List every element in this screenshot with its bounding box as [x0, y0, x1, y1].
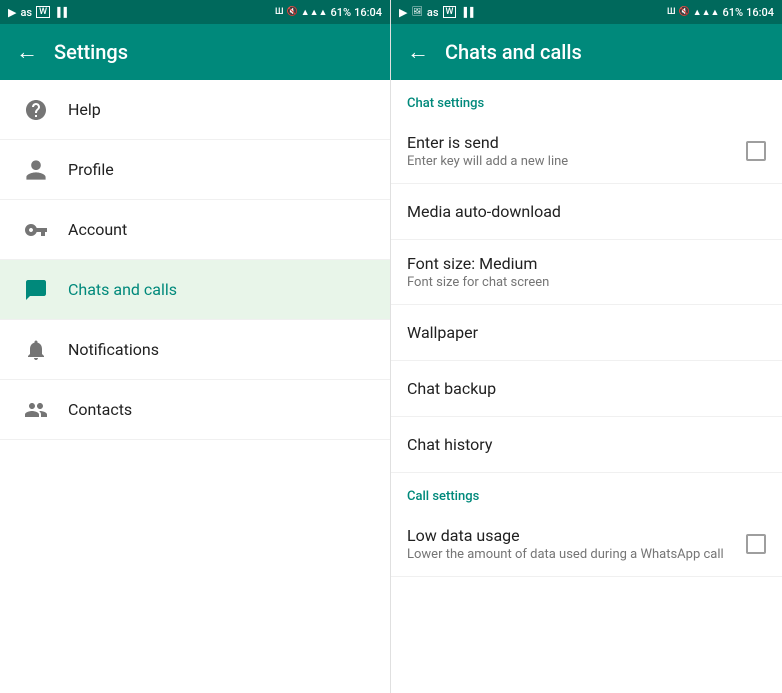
enter-is-send-text: Enter is send Enter key will add a new l… [407, 133, 746, 169]
right-panel: ▶ 🖼 as W ▐▐ Ш 🔇 ▲▲▲ 61% 16:04 ← Chats an… [391, 0, 782, 693]
status-w-right: W [443, 6, 457, 18]
font-size-subtitle: Font size for chat screen [407, 275, 766, 290]
chat-icon [16, 278, 56, 302]
settings-title: Settings [54, 40, 128, 64]
enter-is-send-title: Enter is send [407, 133, 746, 152]
chat-settings-header: Chat settings [391, 80, 782, 119]
settings-item-enter-is-send[interactable]: Enter is send Enter key will add a new l… [391, 119, 782, 184]
volume-icon: 🔇 [287, 7, 298, 17]
sidebar-item-notifications[interactable]: Notifications [0, 320, 390, 380]
call-settings-header: Call settings [391, 473, 782, 512]
settings-item-low-data-usage[interactable]: Low data usage Lower the amount of data … [391, 512, 782, 577]
wallpaper-text: Wallpaper [407, 323, 766, 342]
chat-history-title: Chat history [407, 435, 766, 454]
sidebar-item-chats-label: Chats and calls [68, 280, 177, 299]
status-w-text: W [36, 6, 50, 18]
help-icon [16, 98, 56, 122]
sidebar-item-contacts[interactable]: Contacts [0, 380, 390, 440]
people-icon [16, 398, 56, 422]
menu-list: Help Profile Account Chats and calls Not [0, 80, 390, 693]
status-bar-left: ▶ as W ▐▐ Ш 🔇 ▲▲▲ 61% 16:04 [0, 0, 390, 24]
status-bar-right-right-icons: Ш 🔇 ▲▲▲ 61% 16:04 [667, 6, 774, 19]
status-bar-indicator-right: ▐▐ [460, 7, 473, 18]
top-bar-right: ← Chats and calls [391, 24, 782, 80]
time-right: 16:04 [746, 6, 774, 19]
key-icon [16, 218, 56, 242]
status-play-right: ▶ [399, 6, 407, 19]
top-bar-left: ← Settings [0, 24, 390, 80]
status-img-right: 🖼 [411, 7, 422, 17]
settings-item-wallpaper[interactable]: Wallpaper [391, 305, 782, 361]
battery-text-right: 61% [722, 6, 743, 19]
sidebar-item-help[interactable]: Help [0, 80, 390, 140]
settings-item-chat-history[interactable]: Chat history [391, 417, 782, 473]
signal-icon: ▲▲▲ [301, 7, 328, 18]
status-bar-right-left-icons: ▶ 🖼 as W ▐▐ [399, 6, 473, 19]
status-as-right: as [427, 6, 439, 19]
battery-text-left: 61% [330, 6, 351, 19]
media-auto-download-title: Media auto-download [407, 202, 766, 221]
sidebar-item-profile-label: Profile [68, 160, 114, 179]
status-left-text: ▶ [8, 6, 16, 19]
sidebar-item-notifications-label: Notifications [68, 340, 159, 359]
status-bar-indicator: ▐▐ [54, 7, 67, 18]
low-data-usage-subtitle: Lower the amount of data used during a W… [407, 547, 746, 562]
sidebar-item-chats[interactable]: Chats and calls [0, 260, 390, 320]
status-bar-left-icons: ▶ as W ▐▐ [8, 6, 67, 19]
status-as-text: as [20, 6, 32, 19]
chat-backup-text: Chat backup [407, 379, 766, 398]
chat-backup-title: Chat backup [407, 379, 766, 398]
enter-is-send-subtitle: Enter key will add a new line [407, 154, 746, 169]
low-data-usage-text: Low data usage Lower the amount of data … [407, 526, 746, 562]
settings-item-chat-backup[interactable]: Chat backup [391, 361, 782, 417]
sidebar-item-profile[interactable]: Profile [0, 140, 390, 200]
signal-icon-right: ▲▲▲ [693, 7, 720, 18]
sidebar-item-help-label: Help [68, 100, 101, 119]
status-bar-right-icons: Ш 🔇 ▲▲▲ 61% 16:04 [275, 6, 382, 19]
back-button-right[interactable]: ← [407, 39, 429, 65]
time-left: 16:04 [354, 6, 382, 19]
wallpaper-title: Wallpaper [407, 323, 766, 342]
network-icon-right: Ш [667, 7, 676, 17]
sidebar-item-account-label: Account [68, 220, 127, 239]
person-icon [16, 158, 56, 182]
chats-calls-title: Chats and calls [445, 40, 582, 64]
chat-settings-list: Chat settings Enter is send Enter key wi… [391, 80, 782, 693]
settings-item-media-auto-download[interactable]: Media auto-download [391, 184, 782, 240]
back-button-left[interactable]: ← [16, 39, 38, 65]
left-panel: ▶ as W ▐▐ Ш 🔇 ▲▲▲ 61% 16:04 ← Settings H… [0, 0, 391, 693]
volume-icon-right: 🔇 [679, 7, 690, 17]
low-data-usage-checkbox[interactable] [746, 534, 766, 554]
chat-history-text: Chat history [407, 435, 766, 454]
sidebar-item-contacts-label: Contacts [68, 400, 132, 419]
font-size-text: Font size: Medium Font size for chat scr… [407, 254, 766, 290]
status-bar-right: ▶ 🖼 as W ▐▐ Ш 🔇 ▲▲▲ 61% 16:04 [391, 0, 782, 24]
sidebar-item-account[interactable]: Account [0, 200, 390, 260]
font-size-title: Font size: Medium [407, 254, 766, 273]
enter-is-send-checkbox[interactable] [746, 141, 766, 161]
network-icon: Ш [275, 7, 284, 17]
settings-item-font-size[interactable]: Font size: Medium Font size for chat scr… [391, 240, 782, 305]
bell-icon [16, 338, 56, 362]
media-auto-download-text: Media auto-download [407, 202, 766, 221]
low-data-usage-title: Low data usage [407, 526, 746, 545]
